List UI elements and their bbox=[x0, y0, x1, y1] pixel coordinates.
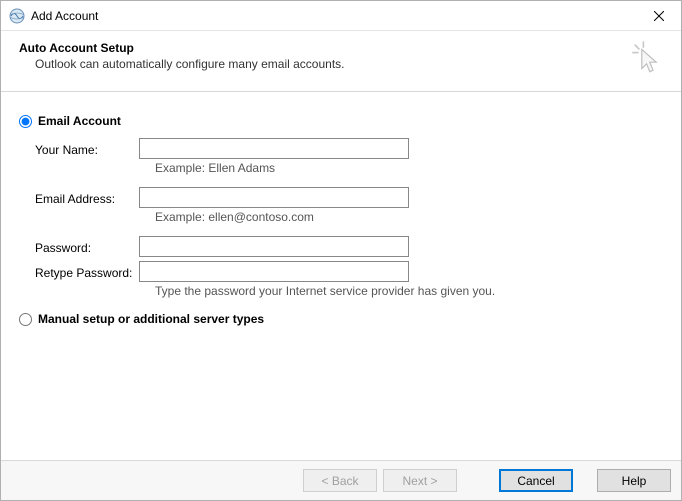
retype-label: Retype Password: bbox=[35, 264, 139, 280]
name-label: Your Name: bbox=[35, 141, 139, 157]
name-hint: Example: Ellen Adams bbox=[155, 161, 663, 175]
close-icon bbox=[654, 11, 664, 21]
help-button[interactable]: Help bbox=[597, 469, 671, 492]
radio-manual-setup-label: Manual setup or additional server types bbox=[38, 312, 264, 326]
name-input[interactable] bbox=[139, 138, 409, 159]
titlebar: Add Account bbox=[1, 1, 681, 31]
radio-email-account-label: Email Account bbox=[38, 114, 121, 128]
app-icon bbox=[9, 8, 25, 24]
email-input[interactable] bbox=[139, 187, 409, 208]
header-title: Auto Account Setup bbox=[19, 41, 629, 55]
cancel-button[interactable]: Cancel bbox=[499, 469, 573, 492]
header-subtitle: Outlook can automatically configure many… bbox=[35, 57, 629, 71]
back-button: < Back bbox=[303, 469, 377, 492]
email-hint: Example: ellen@contoso.com bbox=[155, 210, 663, 224]
wizard-header: Auto Account Setup Outlook can automatic… bbox=[1, 31, 681, 92]
window-title: Add Account bbox=[31, 9, 636, 23]
radio-email-account[interactable]: Email Account bbox=[19, 114, 663, 128]
add-account-window: Add Account Auto Account Setup Outlook c… bbox=[0, 0, 682, 501]
cursor-icon bbox=[629, 41, 661, 77]
next-button: Next > bbox=[383, 469, 457, 492]
radio-email-account-input[interactable] bbox=[19, 115, 32, 128]
wizard-content: Email Account Your Name: Example: Ellen … bbox=[1, 92, 681, 460]
radio-manual-setup-input[interactable] bbox=[19, 313, 32, 326]
email-label: Email Address: bbox=[35, 190, 139, 206]
email-form: Your Name: Example: Ellen Adams Email Ad… bbox=[35, 138, 663, 298]
retype-password-input[interactable] bbox=[139, 261, 409, 282]
wizard-footer: < Back Next > Cancel Help bbox=[1, 460, 681, 500]
password-input[interactable] bbox=[139, 236, 409, 257]
radio-manual-setup[interactable]: Manual setup or additional server types bbox=[19, 312, 663, 326]
password-label: Password: bbox=[35, 239, 139, 255]
close-button[interactable] bbox=[636, 1, 681, 30]
password-hint: Type the password your Internet service … bbox=[155, 284, 663, 298]
